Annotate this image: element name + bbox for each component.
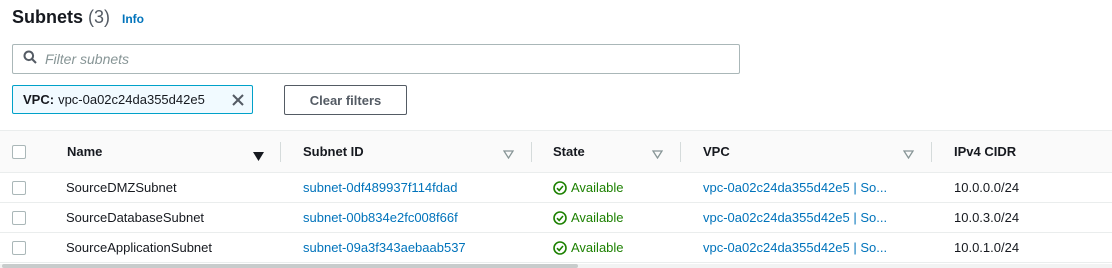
subnet-id-link[interactable]: subnet-09a3f343aebaab537: [303, 233, 466, 262]
table-row[interactable]: SourceDMZSubnet subnet-0df489937f114fdad…: [0, 173, 1112, 203]
status-badge: Available: [553, 233, 624, 262]
subnet-count: (3): [88, 7, 111, 27]
vpc-filter-token: VPC: vpc-0a02c24da355d42e5: [12, 85, 253, 114]
ipv4-cidr: 10.0.0.0/24: [954, 180, 1020, 195]
sort-icon[interactable]: [502, 146, 515, 164]
page-title: Subnets: [12, 7, 84, 27]
check-circle-icon: [553, 180, 567, 195]
subnet-id-link[interactable]: subnet-0df489937f114fdad: [303, 173, 457, 202]
column-divider[interactable]: [931, 142, 932, 162]
check-circle-icon: [553, 210, 567, 225]
column-divider[interactable]: [680, 142, 681, 162]
column-header-ipv4-cidr[interactable]: IPv4 CIDR: [954, 131, 1016, 172]
subnet-name: SourceApplicationSubnet: [66, 240, 212, 255]
status-text: Available: [571, 180, 624, 195]
select-all-checkbox[interactable]: [12, 144, 26, 159]
select-all-cell: [12, 131, 26, 172]
row-checkbox[interactable]: [12, 180, 26, 195]
column-divider[interactable]: [531, 142, 532, 162]
vpc-link[interactable]: vpc-0a02c24da355d42e5 | So...: [703, 233, 887, 262]
subnet-name: SourceDatabaseSubnet: [66, 210, 205, 225]
search-icon: [13, 50, 37, 69]
scrollbar-thumb[interactable]: [2, 264, 578, 268]
info-link[interactable]: Info: [122, 12, 144, 26]
sort-icon[interactable]: [902, 146, 915, 164]
ipv4-cidr: 10.0.3.0/24: [954, 210, 1020, 225]
column-header-name[interactable]: Name: [67, 131, 102, 172]
row-checkbox[interactable]: [12, 240, 26, 255]
table-row[interactable]: SourceApplicationSubnet subnet-09a3f343a…: [0, 233, 1112, 263]
token-value: vpc-0a02c24da355d42e5: [58, 92, 205, 107]
sort-icon[interactable]: [651, 146, 664, 164]
status-text: Available: [571, 240, 624, 255]
token-key: VPC:: [23, 92, 55, 107]
column-header-vpc[interactable]: VPC: [703, 131, 730, 172]
page-header: Subnets (3) Info: [12, 7, 144, 28]
subnets-table: Name Subnet ID State VPC IPv4 CIDR Sourc…: [0, 130, 1112, 263]
table-header: Name Subnet ID State VPC IPv4 CIDR: [0, 130, 1112, 173]
column-divider[interactable]: [280, 142, 281, 162]
vpc-link[interactable]: vpc-0a02c24da355d42e5 | So...: [703, 173, 887, 202]
status-text: Available: [571, 210, 624, 225]
sort-descending-icon[interactable]: [253, 148, 264, 166]
filter-subnets-input[interactable]: [45, 51, 725, 67]
clear-filters-button[interactable]: Clear filters: [284, 85, 407, 115]
check-circle-icon: [553, 240, 567, 255]
status-badge: Available: [553, 203, 624, 232]
subnet-name: SourceDMZSubnet: [66, 180, 177, 195]
horizontal-scrollbar[interactable]: [0, 264, 1112, 268]
table-row[interactable]: SourceDatabaseSubnet subnet-00b834e2fc00…: [0, 203, 1112, 233]
status-badge: Available: [553, 173, 624, 202]
close-icon[interactable]: [232, 93, 244, 106]
ipv4-cidr: 10.0.1.0/24: [954, 240, 1020, 255]
row-checkbox[interactable]: [12, 210, 26, 225]
vpc-link[interactable]: vpc-0a02c24da355d42e5 | So...: [703, 203, 887, 232]
column-header-subnet-id[interactable]: Subnet ID: [303, 131, 364, 172]
column-header-state[interactable]: State: [553, 131, 585, 172]
filter-search-box[interactable]: [12, 44, 740, 74]
subnet-id-link[interactable]: subnet-00b834e2fc008f66f: [303, 203, 458, 232]
